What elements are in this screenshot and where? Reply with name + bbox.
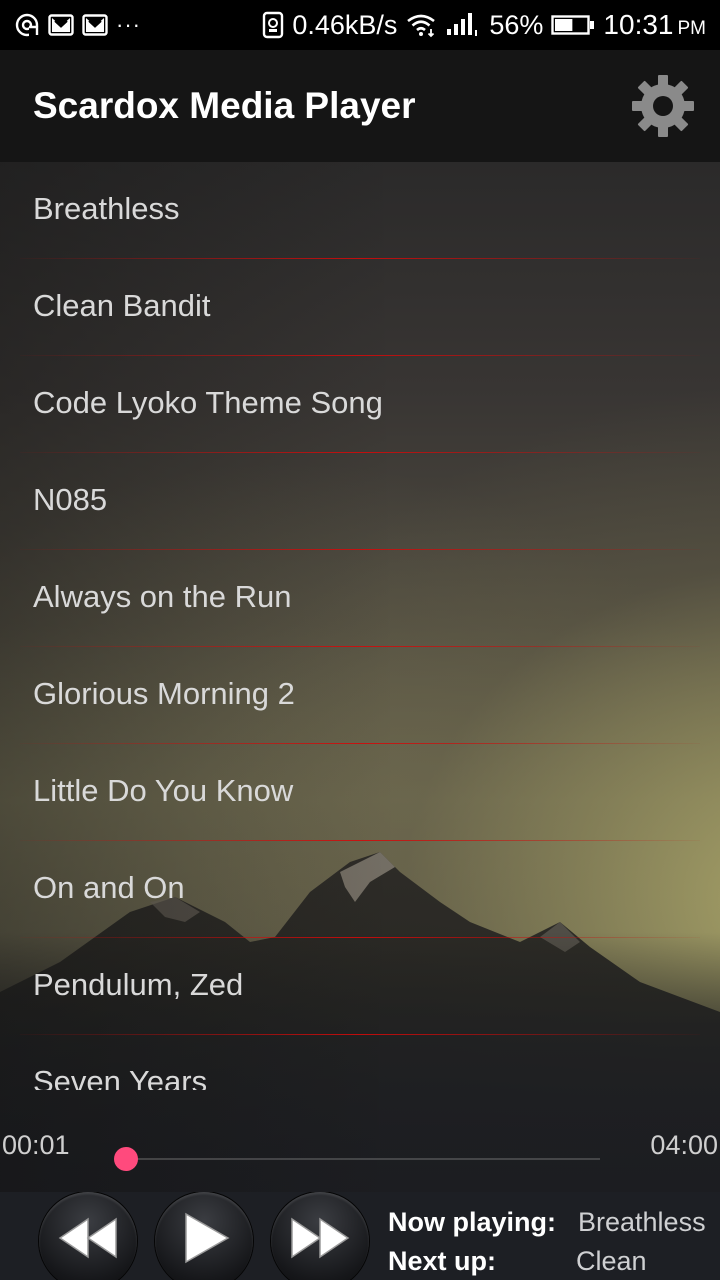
- track-title: Always on the Run: [33, 578, 292, 614]
- fast-forward-icon: [288, 1217, 352, 1261]
- track-title: Clean Bandit: [33, 287, 211, 323]
- next-up-row: Next up: Clean: [388, 1246, 647, 1277]
- next-up-title: Clean: [576, 1246, 647, 1276]
- track-row[interactable]: Clean Bandit: [0, 259, 720, 356]
- track-row[interactable]: Glorious Morning 2: [0, 647, 720, 744]
- app-title: Scardox Media Player: [33, 85, 416, 126]
- seek-bar[interactable]: [113, 1147, 600, 1171]
- rewind-button[interactable]: [39, 1192, 137, 1280]
- track-title: Pendulum, Zed: [33, 966, 244, 1002]
- track-row[interactable]: Code Lyoko Theme Song: [0, 356, 720, 453]
- total-time: 04:00: [650, 1130, 718, 1160]
- clock-am-pm: PM: [677, 18, 707, 39]
- track-row[interactable]: Little Do You Know: [0, 744, 720, 841]
- track-title: Seven Years: [33, 1063, 208, 1091]
- track-row[interactable]: On and On: [0, 841, 720, 938]
- track-row[interactable]: N085: [0, 453, 720, 550]
- wifi-icon: [405, 12, 437, 38]
- app-bar: Scardox Media Player: [0, 50, 720, 162]
- track-title: Breathless: [33, 190, 180, 226]
- clock-time: 10:31: [603, 9, 674, 40]
- gmail-icon: [48, 13, 74, 37]
- elapsed-time: 00:01: [2, 1130, 70, 1160]
- track-title: Glorious Morning 2: [33, 675, 295, 711]
- battery-percent: 56%: [489, 9, 544, 40]
- gear-icon: [630, 73, 696, 139]
- seek-thumb[interactable]: [113, 1147, 138, 1171]
- track-title: Code Lyoko Theme Song: [33, 384, 383, 420]
- now-playing-label: Now playing:: [388, 1207, 556, 1237]
- phone-icon: [262, 11, 284, 39]
- track-title: N085: [33, 481, 108, 517]
- network-speed: 0.46kB/s: [292, 9, 398, 40]
- playlist: Breathless Clean Bandit Code Lyoko Theme…: [0, 162, 720, 1090]
- fast-forward-button[interactable]: [271, 1192, 369, 1280]
- cell-signal-icon: [445, 12, 481, 38]
- play-icon: [176, 1212, 232, 1266]
- control-panel: Now playing: Breathless Next up: Clean: [0, 1192, 720, 1280]
- settings-button[interactable]: [630, 73, 696, 139]
- battery-icon: [551, 13, 595, 37]
- now-playing-row: Now playing: Breathless: [388, 1207, 706, 1238]
- clock: 10:31 PM: [603, 9, 706, 41]
- notification-overflow: ···: [116, 12, 141, 37]
- track-row[interactable]: Breathless: [0, 162, 720, 259]
- gmail-icon: [82, 13, 108, 37]
- track-row[interactable]: Always on the Run: [0, 550, 720, 647]
- play-button[interactable]: [155, 1192, 253, 1280]
- track-title: On and On: [33, 869, 185, 905]
- track-title: Little Do You Know: [33, 772, 294, 808]
- next-up-label: Next up:: [388, 1246, 496, 1276]
- status-bar: ··· 0.46kB/s 56% 10:31 PM: [0, 0, 720, 50]
- camera-target-icon: [14, 12, 40, 38]
- status-left-group: ···: [14, 12, 141, 38]
- rewind-icon: [56, 1217, 120, 1261]
- status-right-group: 0.46kB/s 56% 10:31 PM: [262, 9, 706, 41]
- track-row[interactable]: Pendulum, Zed: [0, 938, 720, 1035]
- seek-area: 00:01 04:00: [0, 1120, 720, 1192]
- now-playing-title: Breathless: [578, 1207, 706, 1237]
- track-row[interactable]: Seven Years: [0, 1035, 720, 1091]
